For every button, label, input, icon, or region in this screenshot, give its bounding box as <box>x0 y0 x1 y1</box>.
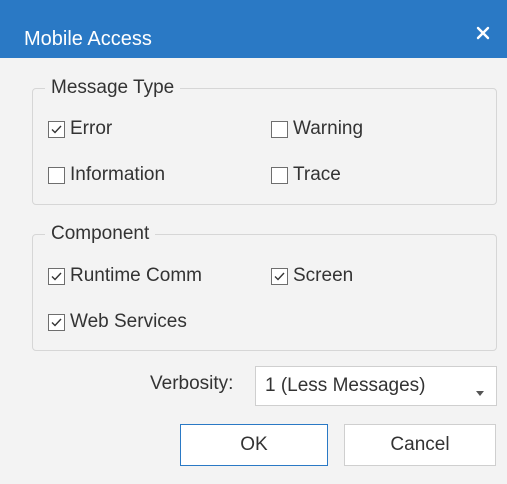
title-bar: Mobile Access <box>0 0 507 58</box>
component-group: Component Runtime Comm Screen Web Servic… <box>32 222 497 351</box>
chevron-down-icon <box>476 383 484 401</box>
checkmark-icon <box>51 125 62 134</box>
warning-checkbox[interactable]: Warning <box>271 118 363 140</box>
verbosity-value: 1 (Less Messages) <box>265 375 426 396</box>
error-checkbox-box <box>48 120 65 138</box>
ok-button[interactable]: OK <box>180 424 328 466</box>
screen-label: Screen <box>293 265 354 286</box>
information-checkbox-box <box>48 166 65 184</box>
runtime-comm-checkbox[interactable]: Runtime Comm <box>48 265 202 287</box>
message-type-group: Message Type Error Warning Information T… <box>32 76 497 205</box>
checkmark-icon <box>274 272 285 281</box>
screen-checkbox-box <box>271 267 288 285</box>
dialog-title: Mobile Access <box>24 28 152 50</box>
runtime-comm-label: Runtime Comm <box>70 265 202 286</box>
cancel-button[interactable]: Cancel <box>344 424 496 466</box>
web-services-checkbox[interactable]: Web Services <box>48 311 187 333</box>
trace-label: Trace <box>293 164 341 185</box>
checkmark-icon <box>51 272 62 281</box>
web-services-label: Web Services <box>70 311 187 332</box>
checkmark-icon <box>51 318 62 327</box>
information-label: Information <box>70 164 166 185</box>
error-checkbox[interactable]: Error <box>48 118 112 140</box>
message-type-label: Message Type <box>45 76 181 100</box>
dialog-body: Message Type Error Warning Information T… <box>0 58 507 484</box>
trace-checkbox-box <box>271 166 288 184</box>
close-button[interactable] <box>459 16 507 50</box>
error-label: Error <box>70 118 113 139</box>
mobile-access-dialog: Mobile Access Message Type Error Warning… <box>0 0 507 484</box>
component-label: Component <box>45 222 156 246</box>
verbosity-select[interactable]: 1 (Less Messages) <box>255 366 497 406</box>
verbosity-label: Verbosity: <box>150 373 234 394</box>
screen-checkbox[interactable]: Screen <box>271 265 353 287</box>
trace-checkbox[interactable]: Trace <box>271 164 341 186</box>
information-checkbox[interactable]: Information <box>48 164 165 186</box>
web-services-checkbox-box <box>48 313 65 331</box>
warning-checkbox-box <box>271 120 288 138</box>
close-icon <box>476 26 490 40</box>
runtime-comm-checkbox-box <box>48 267 65 285</box>
warning-label: Warning <box>293 118 364 139</box>
